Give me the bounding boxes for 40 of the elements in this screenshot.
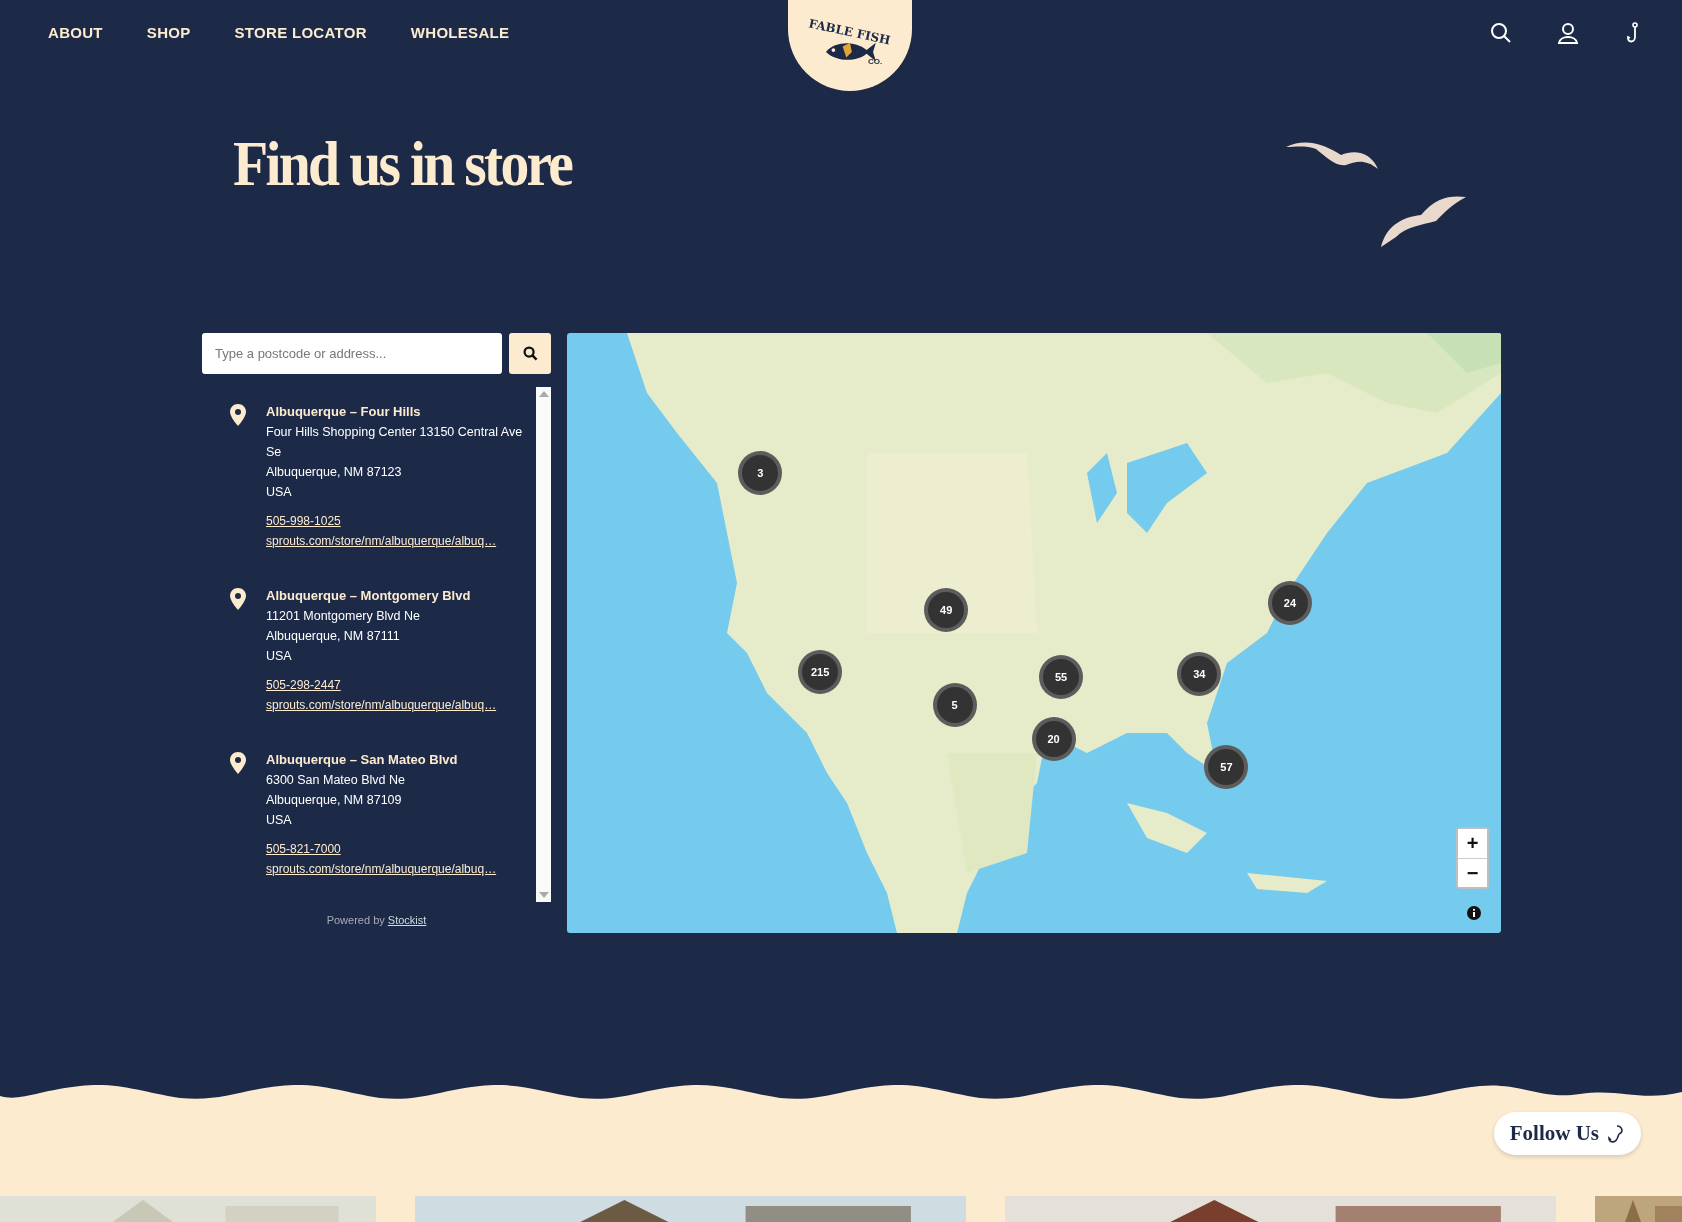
location-pin-icon: [230, 752, 246, 774]
stockist-link[interactable]: Stockist: [387, 914, 427, 926]
website-link[interactable]: sprouts.com/store/nm/albuquerque/albuq…: [266, 859, 497, 879]
phone-link[interactable]: 505-821-7000: [266, 839, 341, 859]
store-address: 6300 San Mateo Blvd Ne: [266, 772, 406, 789]
store-name: Albuquerque – Montgomery Blvd: [266, 587, 472, 605]
nav-link[interactable]: ABOUT: [48, 24, 103, 41]
store-name: Albuquerque – Four Hills: [266, 403, 422, 421]
store-address: USA: [266, 484, 293, 501]
user-icon[interactable]: [1557, 21, 1579, 44]
store-address: Albuquerque, NM 87111: [266, 628, 401, 645]
store-name: Albuquerque – San Mateo Blvd: [266, 751, 459, 769]
info-icon[interactable]: [1467, 906, 1481, 920]
search-button[interactable]: [509, 333, 551, 374]
store-address: Albuquerque, NM 87109: [266, 792, 403, 809]
search-field[interactable]: Type a postcode or address...: [202, 333, 502, 374]
logo-text: CO.: [867, 57, 883, 66]
store-address: USA: [266, 812, 293, 829]
store-address: Four Hills Shopping Center 13150 Central Ave Se: [266, 424, 524, 461]
website-link[interactable]: sprouts.com/store/nm/albuquerque/albuq…: [266, 531, 497, 551]
logo-text: FABLE FISH: [807, 16, 893, 48]
nav-link[interactable]: WHOLESALE: [410, 24, 510, 41]
nav-link[interactable]: STORE LOCATOR: [234, 24, 367, 41]
follow-us-button[interactable]: Follow Us: [1493, 1112, 1641, 1155]
location-pin-icon: [230, 588, 246, 610]
search-icon: [522, 346, 538, 361]
logo[interactable]: FABLE FISH CO.: [788, 0, 912, 91]
phone-link[interactable]: 505-998-1025: [266, 511, 341, 531]
powered-by-text: Powered by: [326, 914, 385, 926]
website-link[interactable]: sprouts.com/store/nm/albuquerque/albuq…: [266, 695, 497, 715]
hook-icon: [1605, 1123, 1625, 1144]
location-pin-icon: [230, 404, 246, 426]
page-heading: Find us in store: [233, 127, 572, 201]
store-address: USA: [266, 648, 293, 665]
zoom-out-button[interactable]: −: [1458, 858, 1487, 887]
store-address: Albuquerque, NM 87123: [266, 464, 403, 481]
nav-link[interactable]: SHOP: [146, 24, 191, 41]
phone-link[interactable]: 505-298-2447: [266, 675, 341, 695]
search-icon[interactable]: [1490, 21, 1512, 44]
store-address: 11201 Montgomery Blvd Ne: [266, 608, 422, 625]
